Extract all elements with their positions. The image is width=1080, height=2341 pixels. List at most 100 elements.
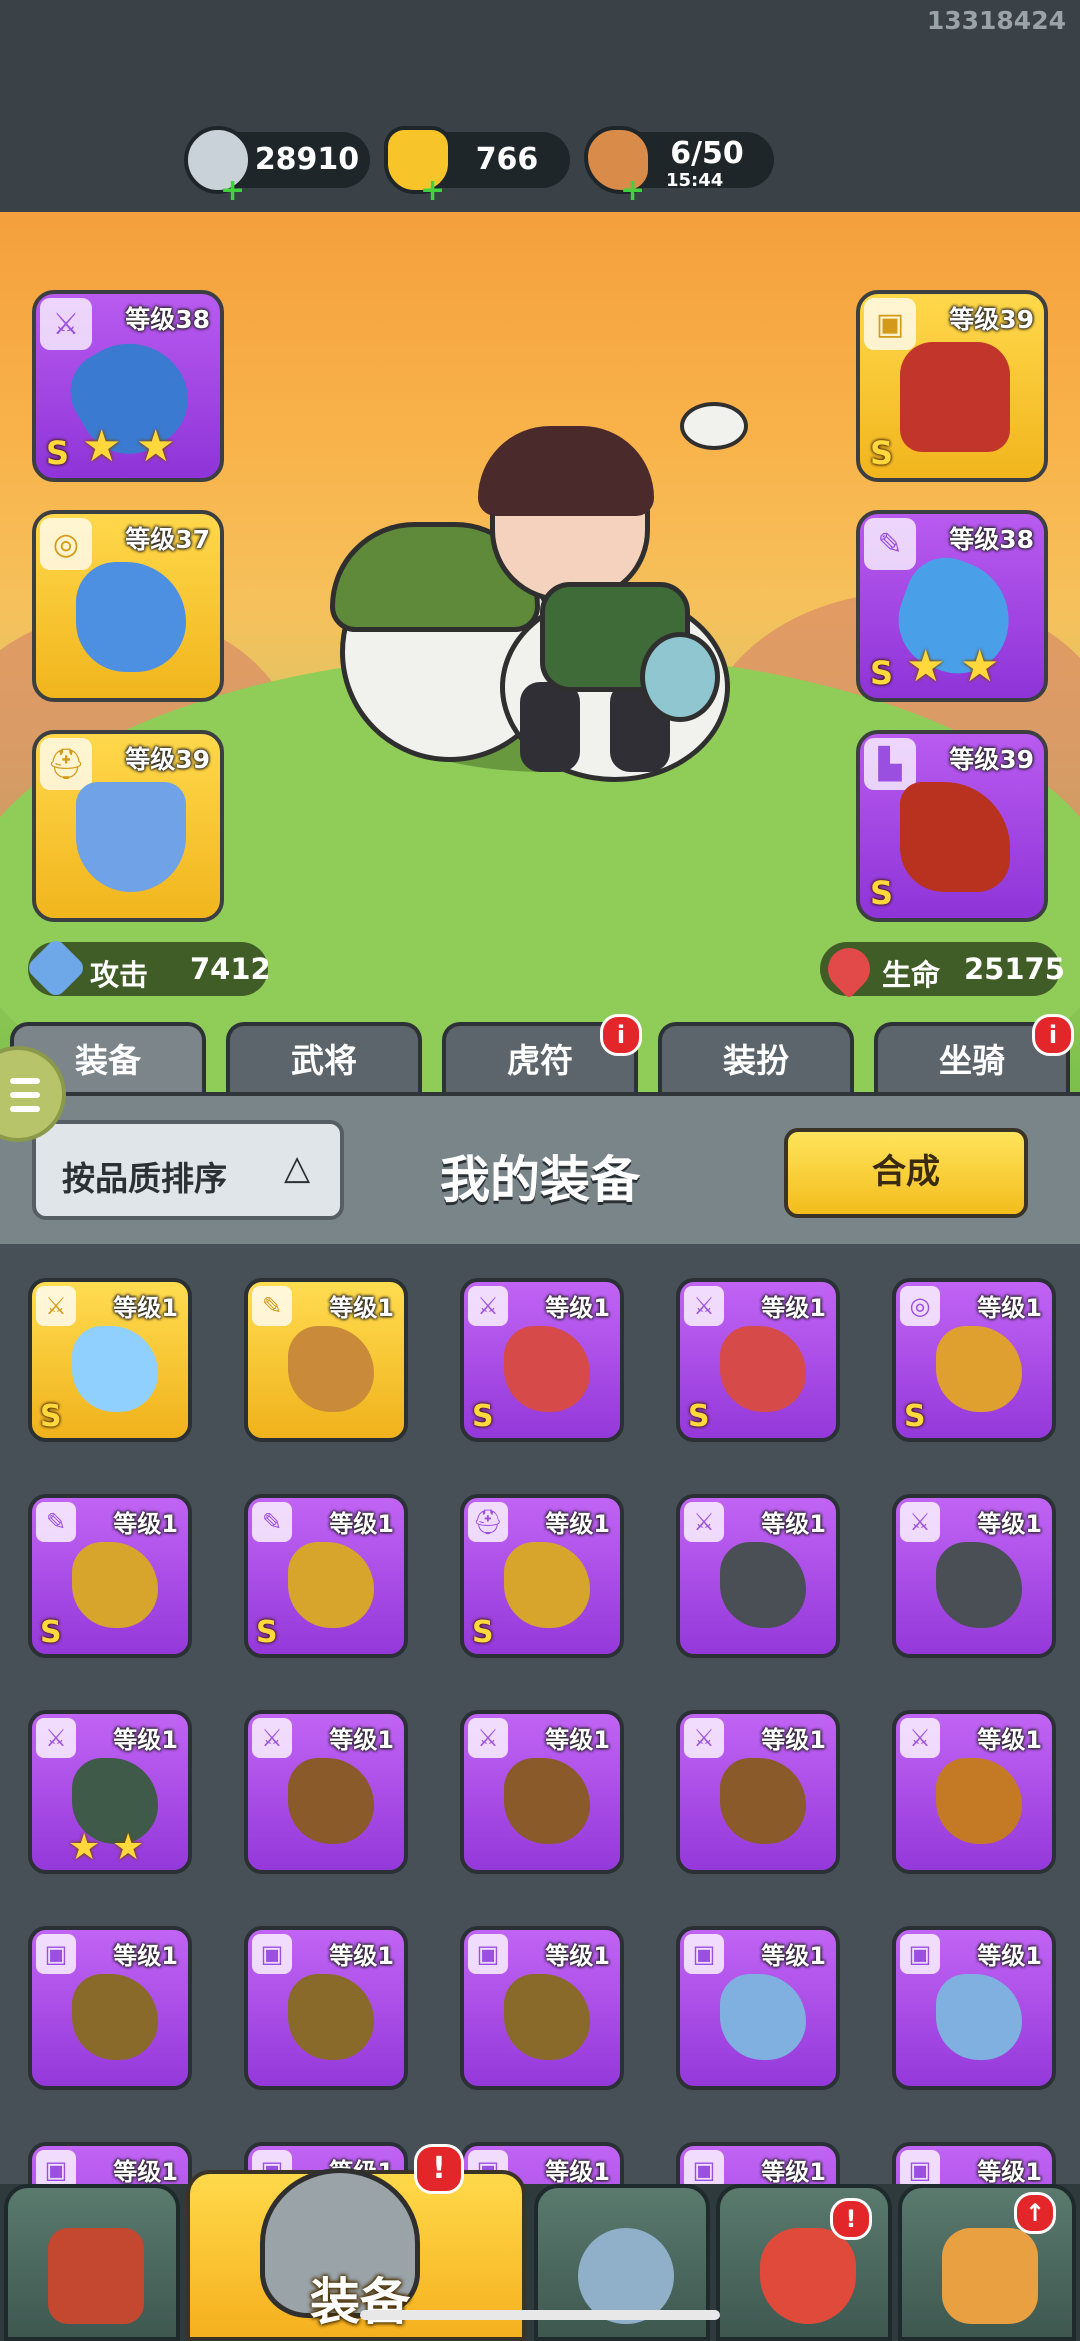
item-level: 等级1 xyxy=(113,2158,178,2186)
fist-up-icon xyxy=(942,2228,1038,2324)
slot-level: 等级38 xyxy=(949,525,1034,554)
inventory-item[interactable]: ✎ 等级1 xyxy=(244,1278,408,1442)
chest-armor-icon xyxy=(900,342,1010,452)
silver-value: 28910 xyxy=(254,142,360,177)
item-level: 等级1 xyxy=(977,2158,1042,2186)
rank-label: S xyxy=(870,654,894,692)
plus-icon[interactable]: + xyxy=(220,176,245,206)
helmet-icon: ⛑ xyxy=(40,738,92,790)
inventory-item[interactable]: ⚔ 等级1 xyxy=(460,1710,624,1874)
inventory-item[interactable]: ✎ 等级1 S xyxy=(244,1494,408,1658)
item-level: 等级1 xyxy=(977,1294,1042,1322)
item-level: 等级1 xyxy=(113,1726,178,1754)
inventory-item[interactable]: ⛑ 等级1 S xyxy=(460,1494,624,1658)
item-level: 等级1 xyxy=(113,1510,178,1538)
helmet-slot[interactable]: ⛑ 等级39 xyxy=(32,730,224,922)
item-level: 等级1 xyxy=(545,1942,610,1970)
sort-button[interactable]: 按品质排序 △ xyxy=(32,1120,344,1220)
stamina-resource[interactable]: + 6/50 15:44 xyxy=(584,126,774,206)
inventory-item[interactable]: ▣ 等级1 xyxy=(676,1926,840,2090)
sword-icon: ⚔ xyxy=(252,1718,292,1758)
inventory-item[interactable]: ⚔ 等级1 xyxy=(676,1494,840,1658)
item-level: 等级1 xyxy=(545,1510,610,1538)
nav-city[interactable] xyxy=(4,2184,180,2341)
item-art-icon xyxy=(936,1758,1022,1844)
stamina-timer: 15:44 xyxy=(666,170,724,191)
sword-icon: ⚔ xyxy=(468,1286,508,1326)
armor-icon: ▣ xyxy=(684,1934,724,1974)
sword-icon: ⚔ xyxy=(684,1718,724,1758)
item-level: 等级1 xyxy=(545,2158,610,2186)
inventory-item[interactable]: ⚔ 等级1 xyxy=(892,1710,1056,1874)
tab-heroes[interactable]: 武将 xyxy=(226,1022,422,1100)
shield-icon xyxy=(76,782,186,892)
nav-equipment-label: 装备 xyxy=(310,2273,410,2331)
item-level: 等级1 xyxy=(113,1294,178,1322)
item-art-icon xyxy=(504,1758,590,1844)
star-icon: ★ xyxy=(960,641,1000,692)
sword-icon: ⚔ xyxy=(468,1718,508,1758)
player-uid: 13318424 xyxy=(926,6,1066,35)
item-art-icon xyxy=(936,1974,1022,2060)
inventory-item[interactable]: ▣ 等级1 xyxy=(892,1926,1056,2090)
inventory-item[interactable]: ✎ 等级1 S xyxy=(28,1494,192,1658)
item-art-icon xyxy=(72,1542,158,1628)
plus-icon[interactable]: + xyxy=(420,176,445,206)
item-level: 等级1 xyxy=(977,1942,1042,1970)
inventory-item[interactable]: ⚔ 等级1 xyxy=(244,1710,408,1874)
helmet-icon: ⛑ xyxy=(468,1502,508,1542)
item-art-icon xyxy=(504,1542,590,1628)
nav-upgrade[interactable]: ↑ xyxy=(898,2184,1076,2341)
inventory-item[interactable]: ⚔ 等级1 S xyxy=(460,1278,624,1442)
inventory-item[interactable]: ⚔ 等级1 xyxy=(892,1494,1056,1658)
star-icon: ★ xyxy=(112,1827,145,1868)
home-indicator[interactable] xyxy=(360,2310,720,2320)
rank-label: S xyxy=(40,1615,62,1650)
inventory-item[interactable]: ⚔ 等级1 S xyxy=(28,1278,192,1442)
gold-resource[interactable]: + 766 xyxy=(384,126,570,206)
inventory-item[interactable]: ▣ 等级1 xyxy=(460,1926,624,2090)
inventory-item[interactable]: ⚔ 等级1 xyxy=(676,1710,840,1874)
item-art-icon xyxy=(72,1974,158,2060)
item-art-icon xyxy=(936,1542,1022,1628)
tab-skins[interactable]: 装扮 xyxy=(658,1022,854,1100)
item-art-icon xyxy=(504,1326,590,1412)
item-art-icon xyxy=(72,1326,158,1412)
item-level: 等级1 xyxy=(977,1510,1042,1538)
gold-value: 766 xyxy=(475,142,539,177)
merge-button[interactable]: 合成 xyxy=(784,1128,1028,1218)
sort-arrow-icon: △ xyxy=(284,1148,311,1188)
armor-icon: ▣ xyxy=(900,1934,940,1974)
inventory-item[interactable]: ⚔ 等级1 S xyxy=(676,1278,840,1442)
silver-resource[interactable]: + 28910 xyxy=(184,126,370,206)
medal-slot[interactable]: ◎ 等级37 xyxy=(32,510,224,702)
alert-badge-icon: ! xyxy=(830,2198,872,2240)
star-icon: ★ xyxy=(906,641,946,692)
info-badge-icon: i xyxy=(600,1014,642,1056)
armor-slot[interactable]: ▣ 等级39 S xyxy=(856,290,1048,482)
attack-stat: 攻击 7412 xyxy=(24,936,271,1000)
weapon-slot[interactable]: ⚔ 等级38 S ★ ★ xyxy=(32,290,224,482)
sword-icon: ⚔ xyxy=(684,1286,724,1326)
scroll-slot[interactable]: ✎ 等级38 S ★ ★ xyxy=(856,510,1048,702)
hero-hair xyxy=(478,426,654,516)
sword-icon: ⚔ xyxy=(36,1718,76,1758)
hp-value: 25175 xyxy=(964,952,1065,986)
inventory-item[interactable]: ◎ 等级1 S xyxy=(892,1278,1056,1442)
item-level: 等级1 xyxy=(761,1294,826,1322)
rank-label: S xyxy=(472,1615,494,1650)
inventory-item[interactable]: ▣ 等级1 xyxy=(28,1926,192,2090)
boot-slot[interactable]: ▙ 等级39 S xyxy=(856,730,1048,922)
rank-label: S xyxy=(870,434,894,472)
item-level: 等级1 xyxy=(545,1294,610,1322)
item-level: 等级1 xyxy=(329,1294,394,1322)
small-panda xyxy=(680,402,748,450)
medal-icon: ◎ xyxy=(40,518,92,570)
inventory-grid: ⚔ 等级1 S ✎ 等级1 ⚔ 等级1 S ⚔ 等级1 S ◎ 等级1 S ✎ 等级1 S ✎ 等级1 S ⛑ 等级1 S ⚔… xyxy=(0,1244,1080,2244)
plus-icon[interactable]: + xyxy=(620,176,645,206)
inventory-item[interactable]: ▣ 等级1 xyxy=(244,1926,408,2090)
inventory-item[interactable]: ⚔ 等级1 ★ ★ xyxy=(28,1710,192,1874)
rank-label: S xyxy=(40,1399,62,1434)
sort-label: 按品质排序 xyxy=(62,1159,227,1198)
nav-heroes[interactable]: ! xyxy=(716,2184,892,2341)
